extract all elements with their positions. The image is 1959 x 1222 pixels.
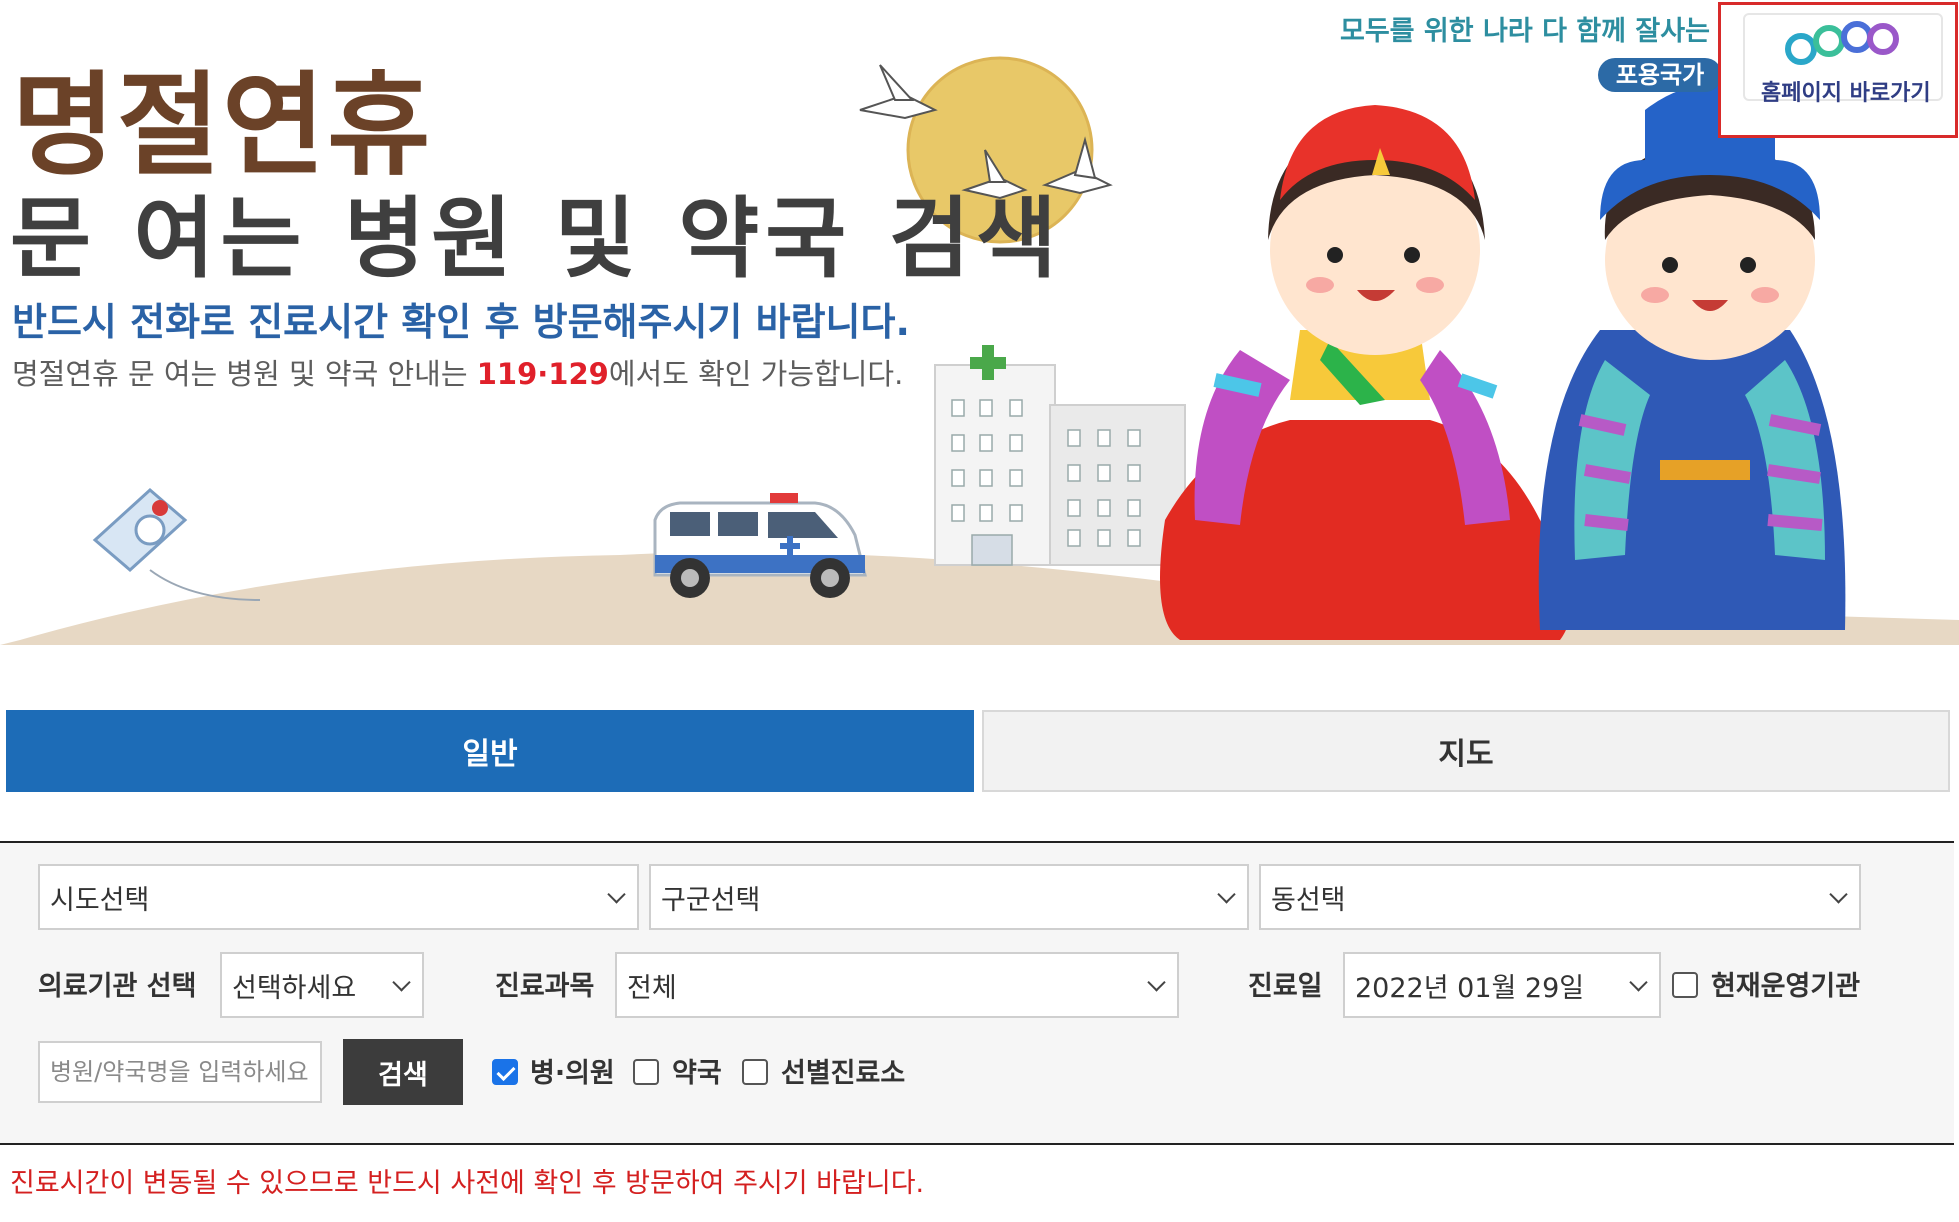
operating-now-checkbox[interactable] (1672, 972, 1698, 998)
page-subtitle: 문 여는 병원 및 약국 검색 (10, 187, 1063, 290)
page-title: 명절연휴 (12, 61, 433, 191)
homepage-shortcut-card[interactable]: 홈페이지 바로가기 (1743, 13, 1943, 106)
hotline-notice-suffix: 에서도 확인 가능합니다. (608, 357, 904, 391)
girl-character-illustration (1160, 105, 1572, 640)
search-button[interactable]: 검색 (343, 1039, 463, 1105)
institution-select[interactable]: 선택하세요 (220, 952, 424, 1018)
search-input[interactable] (38, 1041, 322, 1103)
department-select-value: 전체 (627, 972, 677, 1004)
clinic-checkbox[interactable] (492, 1059, 518, 1085)
department-select[interactable]: 전체 (615, 952, 1179, 1018)
hotline-notice: 명절연휴 문 여는 병원 및 약국 안내는 119·129에서도 확인 가능합니… (12, 360, 903, 389)
hotline-notice-prefix: 명절연휴 문 여는 병원 및 약국 안내는 (12, 357, 477, 391)
chevron-down-icon (607, 885, 626, 904)
dong-select-value: 동선택 (1271, 884, 1346, 916)
institution-label: 의료기관 선택 (38, 971, 197, 1002)
screening-center-checkbox[interactable] (742, 1059, 768, 1085)
chevron-down-icon (1829, 885, 1848, 904)
dong-select[interactable]: 동선택 (1259, 864, 1861, 930)
panel-bottom-divider (0, 1143, 1954, 1145)
date-label: 진료일 (1248, 971, 1323, 1002)
screening-center-checkbox-label: 선별진료소 (781, 1058, 906, 1089)
warning-notice: 진료시간이 변동될 수 있으므로 반드시 사전에 확인 후 방문하여 주시기 바… (10, 1168, 925, 1199)
operating-now-label: 현재운영기관 (1711, 971, 1861, 1002)
clinic-checkbox-label: 병·의원 (530, 1058, 615, 1089)
gugun-select[interactable]: 구군선택 (649, 864, 1249, 930)
homepage-shortcut-label: 홈페이지 바로가기 (1761, 81, 1931, 106)
sido-select-value: 시도선택 (50, 884, 150, 916)
chevron-down-icon (392, 973, 411, 992)
boy-character-illustration (1538, 85, 1846, 630)
gugun-select-value: 구군선택 (661, 884, 761, 916)
tab-general[interactable]: 일반 (6, 710, 974, 792)
sido-select[interactable]: 시도선택 (38, 864, 639, 930)
hospital-building-icon (934, 345, 1186, 566)
department-label: 진료과목 (495, 971, 595, 1002)
event-banner: 명절연휴 문 여는 병원 및 약국 검색 반드시 전화로 진료시간 확인 후 방… (0, 0, 1959, 645)
hotline-numbers: 119·129 (476, 357, 609, 391)
date-select-value: 2022년 01월 29일 (1355, 972, 1585, 1004)
pharmacy-checkbox[interactable] (633, 1059, 659, 1085)
slogan-badge: 포용국가 (1598, 58, 1722, 92)
chevron-down-icon (1629, 973, 1648, 992)
pharmacy-checkbox-label: 약국 (672, 1058, 722, 1089)
government-slogan: 모두를 위한 나라 다 함께 잘사는 (1340, 16, 1710, 47)
chevron-down-icon (1147, 973, 1166, 992)
chevron-down-icon (1217, 885, 1236, 904)
tab-map[interactable]: 지도 (982, 710, 1950, 792)
homepage-shortcut-button[interactable]: 홈페이지 바로가기 (1718, 2, 1958, 138)
kite-icon (92, 487, 261, 601)
institution-select-value: 선택하세요 (232, 972, 357, 1004)
date-select[interactable]: 2022년 01월 29일 (1343, 952, 1661, 1018)
ministry-logo-icon (1785, 21, 1899, 65)
call-first-notice: 반드시 전화로 진료시간 확인 후 방문해주시기 바랍니다. (12, 300, 910, 344)
